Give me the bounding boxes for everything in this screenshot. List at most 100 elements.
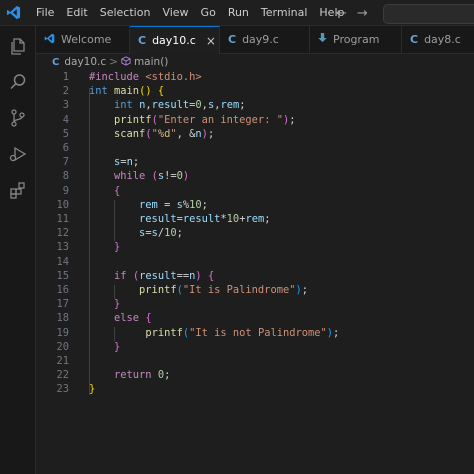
explorer-files-icon[interactable]: [6, 34, 30, 58]
code-token: ;: [239, 99, 246, 112]
breadcrumb: C day10.c > main(): [36, 54, 474, 70]
menu-run[interactable]: Run: [222, 0, 255, 26]
tab-welcome[interactable]: Welcome: [36, 26, 130, 53]
menu-terminal[interactable]: Terminal: [255, 0, 314, 26]
line-number: 3: [62, 99, 69, 112]
breadcrumb-separator: >: [109, 56, 118, 68]
code-line[interactable]: 17 }: [36, 297, 474, 311]
menu-go[interactable]: Go: [195, 0, 222, 26]
code-line[interactable]: 15 if (result==n) {: [36, 269, 474, 283]
line-number: 11: [56, 213, 69, 225]
code-token: 10: [226, 213, 240, 225]
code-line[interactable]: 4 printf("Enter an integer: ");: [36, 113, 474, 127]
line-number: 9: [62, 184, 69, 197]
code-token: ;: [176, 227, 183, 240]
back-arrow-icon[interactable]: ←: [336, 6, 347, 21]
code-line[interactable]: 20 }: [36, 340, 474, 354]
code-token: {: [114, 184, 121, 197]
run-debug-icon[interactable]: [6, 142, 30, 166]
code-token: rem: [139, 198, 165, 211]
code-token: rem: [245, 213, 265, 225]
code-token: result: [182, 213, 221, 225]
code-line[interactable]: 10 rem = s%10;: [36, 198, 474, 212]
code-token: printf: [114, 113, 152, 126]
code-token: if: [114, 269, 133, 282]
code-token: ): [182, 170, 190, 183]
c-file-icon: C: [410, 33, 419, 46]
line-number: 21: [56, 355, 69, 367]
search-icon[interactable]: [6, 70, 30, 94]
code-line[interactable]: 12 s=s/10;: [36, 226, 474, 240]
code-token: ;: [164, 369, 171, 382]
code-line[interactable]: 19 printf("It is not Palindrome");: [36, 326, 474, 340]
line-number: 16: [56, 284, 69, 296]
download-arrow-icon: [318, 33, 327, 46]
code-token: ;: [201, 198, 208, 211]
code-line[interactable]: 13 }: [36, 240, 474, 254]
code-line[interactable]: 11 result=result*10+rem;: [36, 212, 474, 226]
line-number: 6: [62, 142, 69, 154]
code-text: scanf("%d", &n);: [89, 127, 214, 141]
code-line[interactable]: 21: [36, 354, 474, 368]
menu-view[interactable]: View: [156, 0, 194, 26]
code-token: }: [114, 340, 121, 353]
menu-selection[interactable]: Selection: [94, 0, 157, 26]
line-number: 13: [56, 241, 69, 254]
code-line[interactable]: 6: [36, 141, 474, 155]
code-token: printf: [139, 284, 177, 296]
code-line[interactable]: 5 scanf("%d", &n);: [36, 127, 474, 141]
method-cube-icon: [121, 55, 131, 69]
menu-file[interactable]: File: [30, 0, 60, 26]
code-line[interactable]: 7 s=n;: [36, 155, 474, 169]
code-text: if (result==n) {: [89, 269, 214, 283]
code-text: #include <stdio.h>: [89, 70, 202, 84]
code-token: ;: [132, 156, 140, 169]
code-line[interactable]: 23}: [36, 382, 474, 396]
line-number: 23: [56, 383, 69, 396]
close-icon[interactable]: ×: [206, 34, 216, 48]
navigation-arrows: ← →: [336, 0, 368, 26]
activity-bar: [0, 26, 36, 474]
line-number: 1: [62, 71, 69, 83]
tab-day10[interactable]: C day10.c ×: [130, 26, 220, 54]
tab-label: day8.c: [424, 33, 461, 46]
forward-arrow-icon[interactable]: →: [357, 6, 368, 21]
breadcrumb-file[interactable]: day10.c: [64, 56, 106, 68]
tab-day9[interactable]: C day9.c: [220, 26, 310, 53]
code-token: %d: [157, 127, 171, 140]
code-line[interactable]: 1 #include <stdio.h>: [36, 70, 474, 84]
code-token: "It is not Palindrome": [189, 326, 327, 339]
code-editor[interactable]: 1 #include <stdio.h> 2 int main() {3 int n,…: [36, 70, 474, 474]
code-line[interactable]: 18 else {: [36, 311, 474, 325]
line-number: 10: [56, 198, 69, 211]
code-line[interactable]: 16 printf("It is Palindrome");: [36, 283, 474, 297]
code-line[interactable]: 14: [36, 255, 474, 269]
tab-program[interactable]: Program: [310, 26, 402, 53]
menu-edit[interactable]: Edit: [60, 0, 93, 26]
extensions-icon[interactable]: [6, 178, 30, 202]
tab-label: Welcome: [61, 33, 112, 46]
code-token: ;: [301, 284, 308, 296]
code-text: int n,result=0,s,rem;: [89, 98, 246, 112]
line-number: 17: [56, 298, 69, 311]
code-line[interactable]: 22 return 0;: [36, 368, 474, 382]
code-token: }: [114, 241, 121, 254]
tab-day8[interactable]: C day8.c: [402, 26, 474, 53]
breadcrumb-symbol[interactable]: main(): [134, 56, 168, 68]
code-token: #include: [89, 71, 146, 83]
code-line[interactable]: 3 int n,result=0,s,rem;: [36, 98, 474, 112]
command-center-search[interactable]: [383, 4, 474, 24]
code-token: !=: [164, 170, 177, 183]
code-line[interactable]: 2 int main() {: [36, 84, 474, 98]
source-control-icon[interactable]: [6, 106, 30, 130]
code-line[interactable]: 8 while (s!=0): [36, 169, 474, 183]
code-line[interactable]: 9 {: [36, 184, 474, 198]
code-token: ;: [264, 213, 271, 225]
code-token: {: [207, 269, 215, 282]
